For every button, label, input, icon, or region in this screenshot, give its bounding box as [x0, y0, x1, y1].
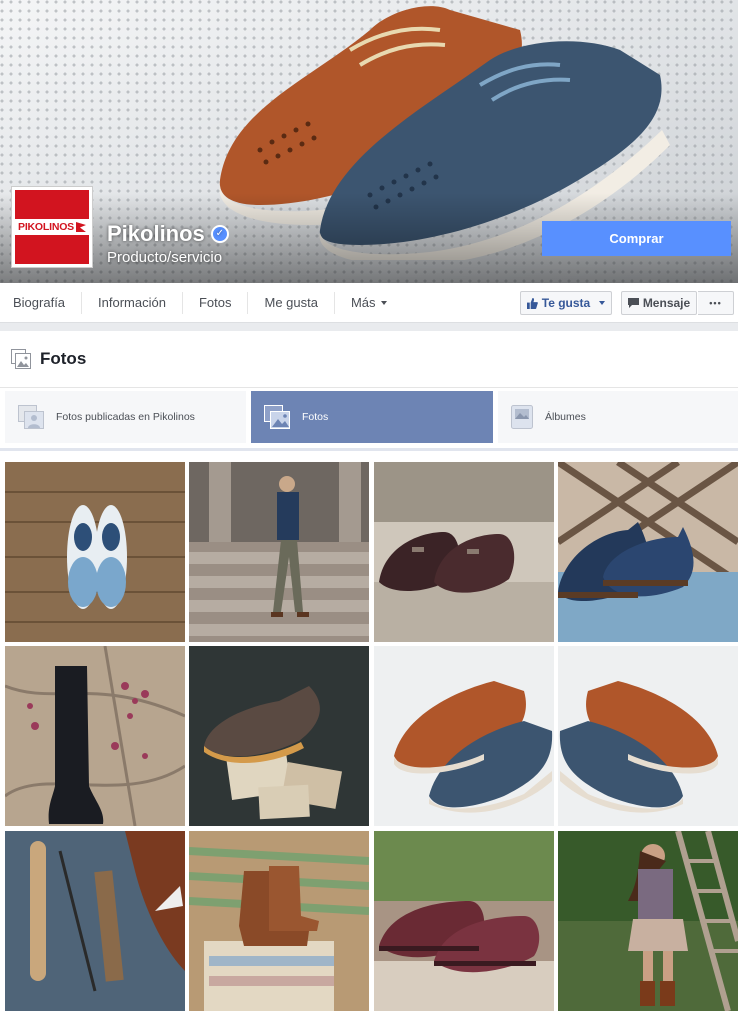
nav-more-label: Más [350, 295, 376, 310]
like-button[interactable]: Te gusta [520, 291, 612, 315]
photos-title: Fotos [40, 349, 87, 368]
photos-icon [11, 349, 31, 369]
caret-down-icon [380, 300, 387, 305]
nav-photos[interactable]: Fotos [183, 291, 249, 314]
nav-likes[interactable]: Me gusta [248, 291, 335, 314]
photo-brown-blue-shoes-mirror[interactable] [558, 646, 738, 826]
photo-woman-on-ladder[interactable] [558, 831, 738, 1011]
photo-blue-boots-lattice[interactable] [558, 462, 738, 642]
page-name[interactable]: Pikolinos ✓ [107, 221, 229, 247]
photo-tall-black-boot[interactable] [5, 646, 185, 826]
like-label: Te gusta [541, 296, 591, 310]
message-icon [627, 298, 639, 308]
photos-section-header: Fotos [0, 331, 738, 388]
photo-boots-on-chair[interactable] [189, 831, 369, 1011]
page-name-text: Pikolinos [107, 221, 205, 246]
photo-man-on-steps[interactable] [189, 462, 369, 642]
photo-brown-shoe-postcards[interactable] [189, 646, 369, 826]
tagged-photos-icon [18, 405, 44, 429]
logo-text: PIKOLINOS [18, 221, 74, 233]
shop-now-button[interactable]: Comprar [542, 221, 731, 256]
tab-photos-of-page[interactable]: Fotos publicadas en Pikolinos [5, 391, 246, 443]
photo-leather-tools[interactable] [5, 831, 185, 1011]
photo-brown-blue-shoes[interactable] [374, 646, 554, 826]
photo-tabs: Fotos publicadas en Pikolinos Fotos Álbu… [0, 388, 738, 448]
more-options-button[interactable]: ••• [698, 291, 734, 315]
nav-more[interactable]: Más [335, 292, 403, 314]
caret-down-icon [599, 301, 606, 305]
photos-tab-icon [264, 405, 290, 429]
photo-white-blue-shoes[interactable] [5, 462, 185, 642]
tab-photos[interactable]: Fotos [251, 391, 493, 443]
thumbs-up-icon [526, 297, 538, 309]
photo-burgundy-shoes[interactable] [374, 831, 554, 1011]
message-button[interactable]: Mensaje [621, 291, 697, 315]
nav-about[interactable]: Información [82, 291, 183, 314]
photo-dark-monk-shoes[interactable] [374, 462, 554, 642]
tab-photos-label: Fotos [302, 411, 329, 423]
verified-badge-icon: ✓ [210, 225, 229, 243]
albums-icon [511, 405, 533, 429]
message-label: Mensaje [642, 296, 691, 310]
nav-timeline[interactable]: Biografía [0, 291, 83, 314]
page-category[interactable]: Producto/servicio [107, 249, 222, 266]
profile-picture[interactable]: PIKOLINOS [11, 186, 93, 268]
tab-albums-label: Álbumes [545, 411, 586, 423]
tab-photos-of-page-label: Fotos publicadas en Pikolinos [56, 411, 195, 423]
tab-albums[interactable]: Álbumes [498, 391, 738, 443]
page-nav: Biografía Información Fotos Me gusta Más… [0, 283, 738, 323]
logo-flag-icon [75, 222, 86, 232]
pikolinos-logo: PIKOLINOS [15, 219, 89, 235]
more-dots-icon: ••• [709, 298, 722, 308]
